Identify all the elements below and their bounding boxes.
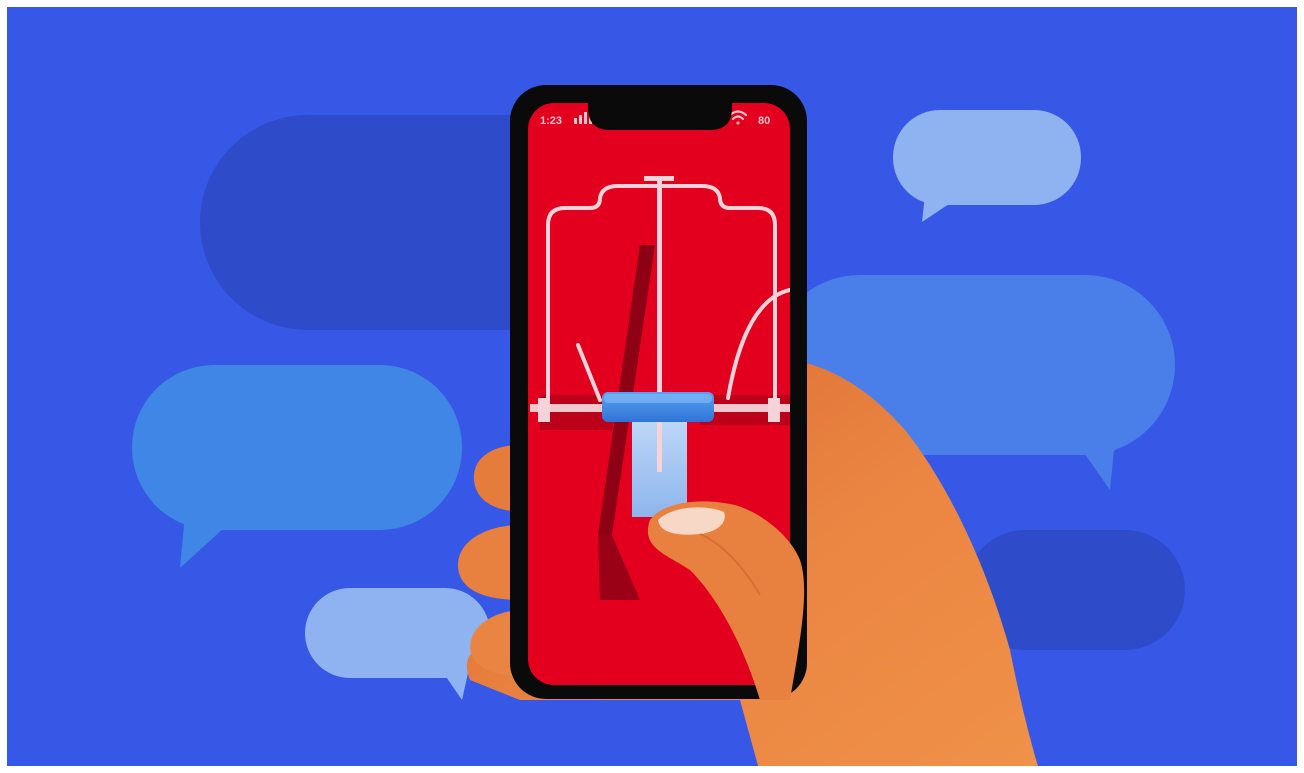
status-time: 1:23 [540, 115, 562, 127]
phone-notch [588, 100, 732, 130]
status-battery: 80 [758, 115, 770, 127]
illustration-canvas: 1:23 80 [0, 0, 1304, 773]
illustration-stage: 1:23 80 [0, 0, 1304, 773]
